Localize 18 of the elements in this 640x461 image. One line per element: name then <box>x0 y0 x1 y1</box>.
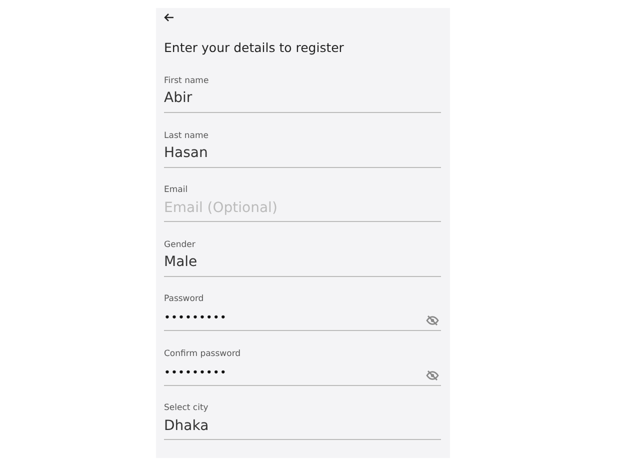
field-label: Password <box>164 294 205 304</box>
password-field[interactable]: ••••••••• <box>164 304 441 332</box>
text-field[interactable]: Male <box>164 250 441 277</box>
page-title: Enter your details to register <box>164 40 345 55</box>
eye-off-icon[interactable] <box>426 370 439 381</box>
eye-off-icon[interactable] <box>426 315 439 326</box>
text-field[interactable]: Hasan <box>164 140 441 168</box>
field-label: Confirm password <box>164 348 242 359</box>
password-field[interactable]: ••••••••• <box>164 358 441 386</box>
back-arrow-icon[interactable] <box>164 13 174 22</box>
field-label: Select city <box>164 403 210 414</box>
field-label: Last name <box>164 130 210 141</box>
field-label: First name <box>164 76 210 86</box>
text-field[interactable]: Email (Optional) <box>164 195 441 222</box>
text-field[interactable]: Dhaka <box>164 413 441 440</box>
text-field[interactable]: Abir <box>164 86 441 113</box>
field-label: Email <box>164 185 189 196</box>
field-label: Gender <box>164 240 196 250</box>
